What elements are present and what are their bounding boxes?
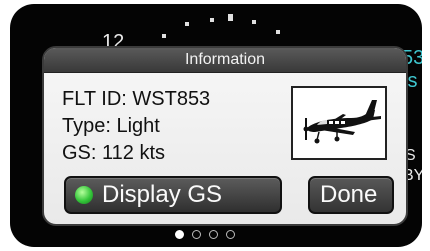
done-label: Done [320, 181, 378, 208]
scale-tick [210, 18, 214, 22]
done-button[interactable]: Done [308, 176, 394, 214]
page-dot[interactable] [209, 230, 218, 239]
page-indicator [175, 230, 255, 242]
airplane-icon [303, 100, 381, 144]
mfd-screen: 12 53 ts S BY Information FLT ID: WST853… [10, 4, 422, 247]
ground-speed-text: GS: 112 kts [62, 142, 166, 164]
dialog-title: Information [184, 51, 266, 68]
flight-id-text: FLT ID: WST853 [62, 88, 211, 110]
dialog-titlebar: Information [44, 48, 406, 73]
page-dot[interactable] [192, 230, 201, 239]
page-dot-active[interactable] [175, 230, 184, 239]
page-dot[interactable] [226, 230, 235, 239]
display-gs-indicator-icon [75, 186, 93, 204]
scale-tick [162, 34, 166, 38]
scale-tick [276, 30, 280, 34]
scale-tick [228, 14, 233, 21]
display-gs-button[interactable]: Display GS [64, 176, 282, 214]
aircraft-image [291, 86, 387, 160]
aircraft-type-text: Type: Light [62, 115, 160, 137]
information-dialog: Information FLT ID: WST853 Type: Light G… [42, 46, 408, 226]
scale-tick [252, 20, 256, 24]
scale-tick [185, 22, 189, 26]
display-gs-label: Display GS [102, 181, 223, 208]
